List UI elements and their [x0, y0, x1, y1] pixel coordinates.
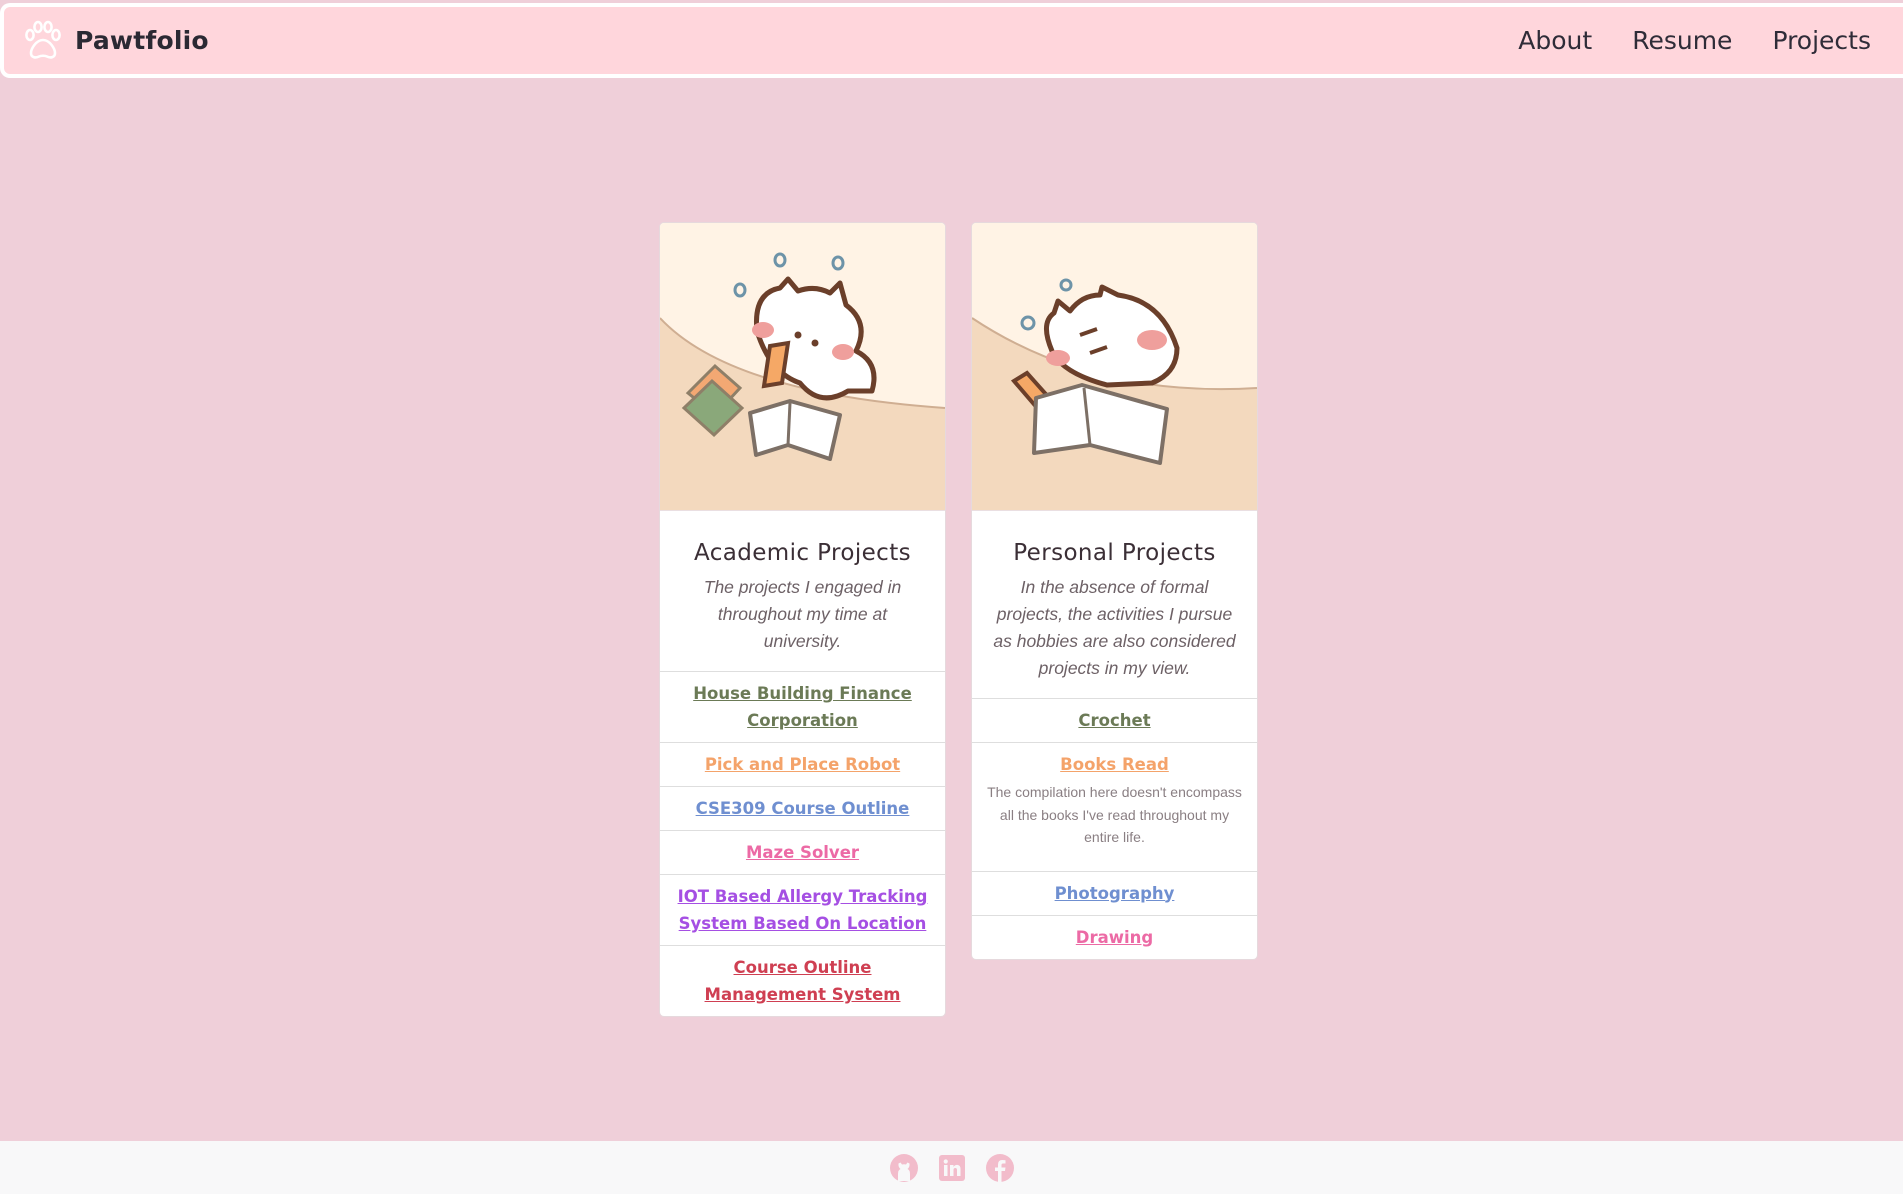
house-building-finance-link[interactable]: House Building Finance Corporation [693, 684, 912, 730]
github-icon[interactable] [889, 1153, 919, 1183]
brand-link[interactable]: Pawtfolio [19, 18, 209, 64]
maze-solver-link[interactable]: Maze Solver [746, 843, 859, 862]
academic-card-body: Academic Projects The projects I engaged… [660, 510, 945, 671]
books-read-link[interactable]: Books Read [1060, 755, 1169, 774]
nav-projects-link[interactable]: Projects [1772, 26, 1871, 55]
nav-links: About Resume Projects [1478, 7, 1871, 74]
cat-studying-illustration [660, 223, 945, 510]
list-item: Books Read The compilation here doesn't … [972, 742, 1257, 871]
linkedin-icon[interactable] [937, 1153, 967, 1183]
personal-projects-card: Personal Projects In the absence of form… [971, 222, 1258, 960]
pick-and-place-robot-link[interactable]: Pick and Place Robot [705, 755, 900, 774]
photography-link[interactable]: Photography [1055, 884, 1175, 903]
drawing-link[interactable]: Drawing [1076, 928, 1153, 947]
iot-allergy-tracking-link[interactable]: IOT Based Allergy Tracking System Based … [678, 887, 928, 933]
nav-resume-link[interactable]: Resume [1632, 26, 1732, 55]
list-item: Photography [972, 870, 1257, 915]
list-item: Course Outline Management System [660, 945, 945, 1016]
books-read-note: The compilation here doesn't encompass a… [987, 784, 1242, 845]
list-item: Drawing [972, 914, 1257, 959]
navbar: Pawtfolio About Resume Projects [0, 3, 1903, 78]
list-item: Pick and Place Robot [660, 742, 945, 786]
page: Pawtfolio About Resume Projects Academic… [0, 0, 1903, 1194]
personal-card-body: Personal Projects In the absence of form… [972, 510, 1257, 698]
cat-reading-illustration [972, 223, 1257, 510]
academic-card-description: The projects I engaged in throughout my … [703, 577, 902, 651]
personal-card-title: Personal Projects [1013, 540, 1216, 566]
list-item: House Building Finance Corporation [660, 671, 945, 742]
nav-about-link[interactable]: About [1518, 26, 1592, 55]
brand-name: Pawtfolio [75, 26, 209, 55]
academic-projects-card: Academic Projects The projects I engaged… [659, 222, 946, 1017]
personal-card-description: In the absence of formal projects, the a… [993, 577, 1236, 678]
list-item: CSE309 Course Outline [660, 786, 945, 830]
paw-icon [25, 20, 61, 59]
footer [0, 1141, 1903, 1194]
course-outline-management-link[interactable]: Course Outline Management System [705, 958, 901, 1004]
crochet-link[interactable]: Crochet [1078, 711, 1150, 730]
list-item: Maze Solver [660, 830, 945, 874]
list-item: IOT Based Allergy Tracking System Based … [660, 874, 945, 945]
list-item: Crochet [972, 698, 1257, 742]
facebook-icon[interactable] [985, 1153, 1015, 1183]
academic-card-title: Academic Projects [693, 540, 912, 566]
cse309-course-outline-link[interactable]: CSE309 Course Outline [696, 799, 910, 818]
